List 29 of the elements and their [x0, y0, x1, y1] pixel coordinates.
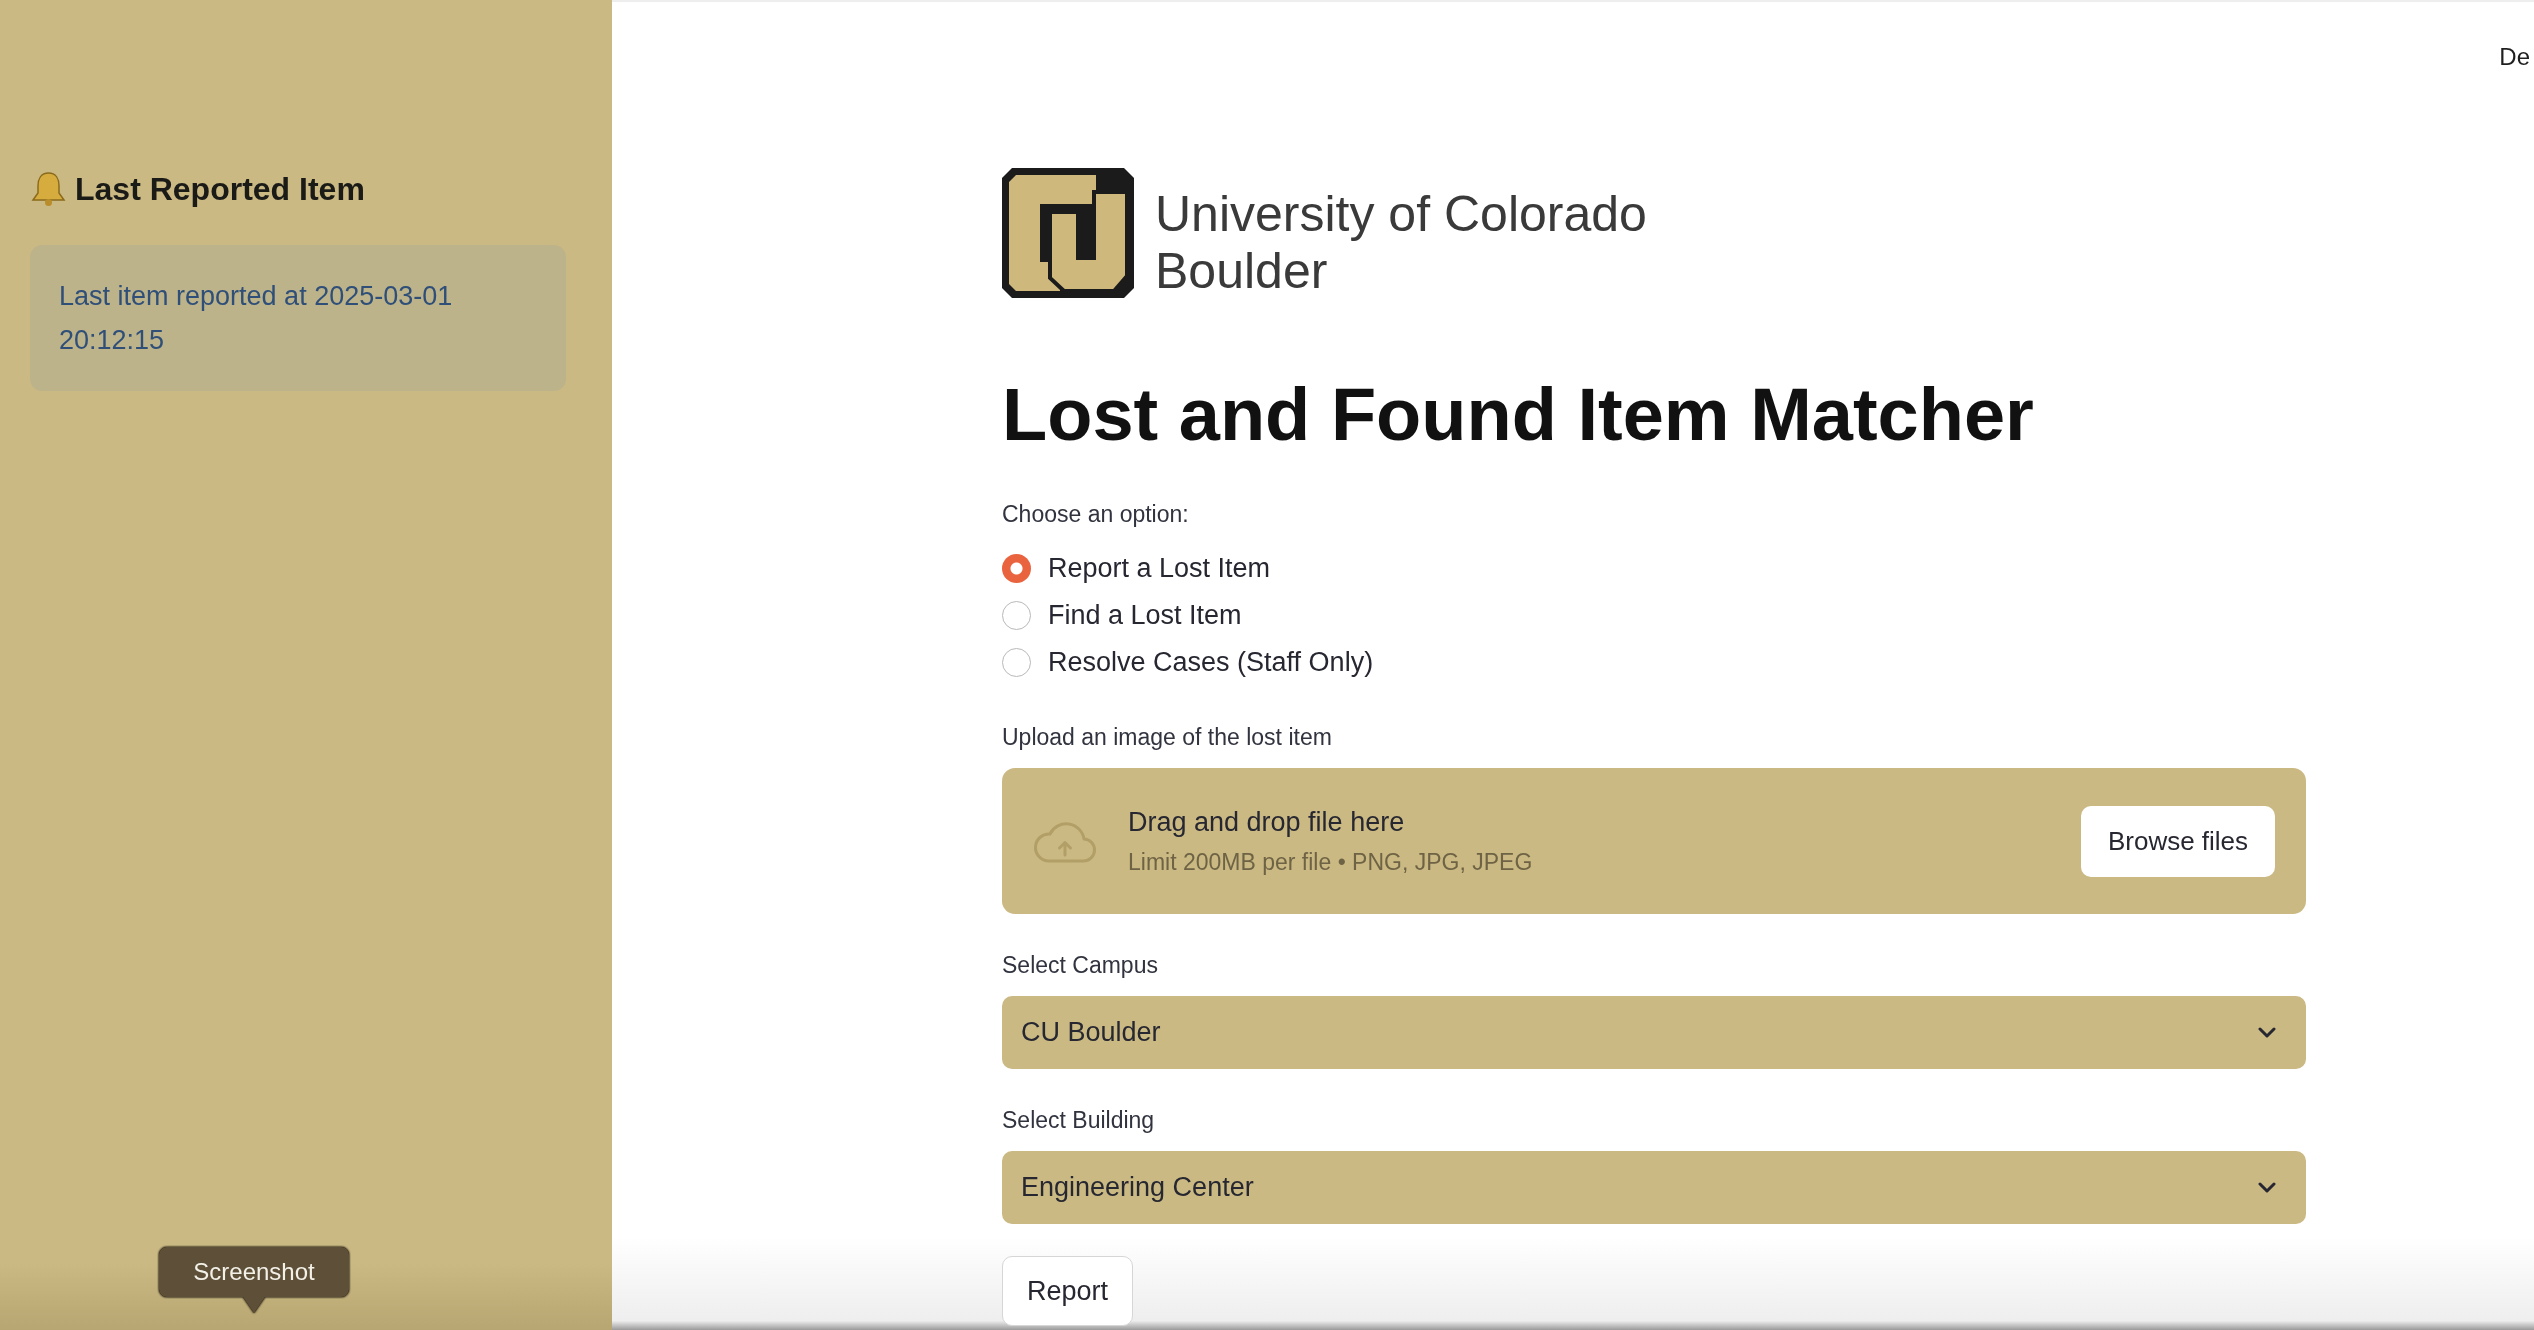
logo-text: University of Colorado: [1155, 186, 1647, 243]
field-label: Upload an image of the lost item: [1002, 723, 1332, 752]
radio-button[interactable]: [1002, 601, 1031, 630]
tooltip: Screenshot: [159, 1247, 349, 1313]
dropzone-prompt: Drag and drop file here: [1128, 806, 1406, 839]
bell-icon: [30, 171, 67, 207]
chevron-down-icon: [2258, 1181, 2276, 1194]
cloud-upload-icon: [1031, 819, 1099, 863]
header-button[interactable]: De: [2499, 42, 2530, 72]
radio-button[interactable]: [1002, 554, 1031, 583]
select-field[interactable]: CU Boulder: [1002, 996, 2306, 1069]
field-label: Choose an option:: [1002, 500, 1189, 529]
file-dropzone[interactable]: Drag and drop file here Limit 200MB per file • PNG, JPG, JPEG Browse files: [1002, 768, 2306, 914]
radio-option[interactable]: Report a Lost Item: [1002, 545, 1374, 592]
logo-text: Boulder: [1155, 243, 1329, 300]
info-message: Last item reported at 2025-03-01 20:12:15: [30, 245, 566, 391]
dropzone-hint: Limit 200MB per file • PNG, JPG, JPEG: [1128, 848, 1533, 877]
chevron-down-icon: [2258, 1026, 2276, 1039]
select-field[interactable]: Engineering Center: [1002, 1151, 2306, 1224]
radio-option[interactable]: Resolve Cases (Staff Only): [1002, 639, 1374, 686]
page-title: Lost and Found Item Matcher: [1002, 372, 2034, 458]
browse-files-button[interactable]: Browse files: [2081, 805, 2275, 877]
logo-icon: [1002, 168, 1134, 298]
radio-button[interactable]: [1002, 648, 1031, 677]
field-label: Select Building: [1002, 1106, 1155, 1135]
radio-option[interactable]: Find a Lost Item: [1002, 592, 1374, 639]
sidebar-heading: Last Reported Item: [75, 170, 365, 209]
field-label: Select Campus: [1002, 951, 1158, 980]
report-button[interactable]: Report: [1002, 1256, 1133, 1326]
